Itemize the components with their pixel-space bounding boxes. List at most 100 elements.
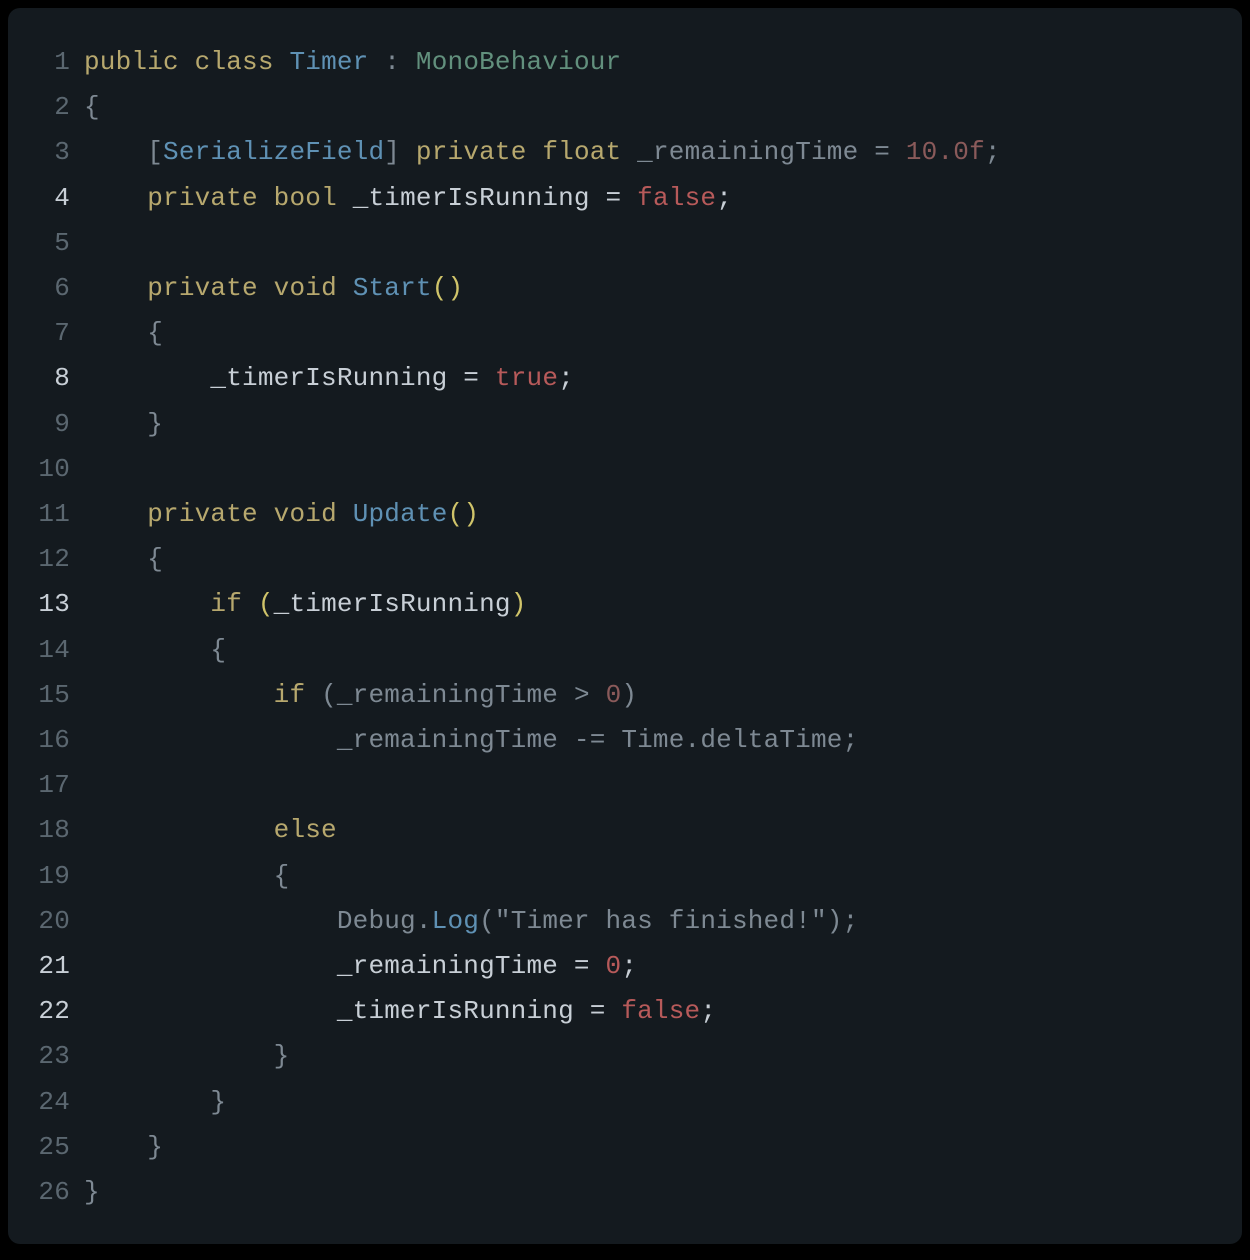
code-token: _remainingTime xyxy=(337,951,558,981)
code-line: 21 _remainingTime = 0; xyxy=(32,944,1218,989)
line-number: 5 xyxy=(32,221,84,266)
code-token xyxy=(84,951,337,981)
code-token: } xyxy=(274,1041,290,1071)
code-token xyxy=(368,47,384,77)
line-number: 22 xyxy=(32,989,84,1034)
code-line: 20 Debug.Log("Timer has finished!"); xyxy=(32,899,1218,944)
code-token: _timerIsRunning xyxy=(353,183,590,213)
code-line: 23 } xyxy=(32,1034,1218,1079)
code-token xyxy=(527,137,543,167)
code-token: = xyxy=(606,183,622,213)
code-token xyxy=(858,137,874,167)
code-token xyxy=(258,273,274,303)
code-token xyxy=(84,861,274,891)
code-token xyxy=(84,318,147,348)
code-token xyxy=(258,499,274,529)
code-token xyxy=(447,363,463,393)
code-line: 16 _remainingTime -= Time.deltaTime; xyxy=(32,718,1218,763)
code-token xyxy=(84,906,337,936)
line-number: 20 xyxy=(32,899,84,944)
code-content: [SerializeField] private float _remainin… xyxy=(84,130,1001,175)
code-token xyxy=(242,589,258,619)
code-token xyxy=(606,996,622,1026)
code-line: 1public class Timer : MonoBehaviour xyxy=(32,40,1218,85)
line-number: 26 xyxy=(32,1170,84,1215)
code-token xyxy=(479,363,495,393)
code-token xyxy=(84,725,337,755)
code-token: ) xyxy=(511,589,527,619)
code-token: bool xyxy=(274,183,337,213)
code-token xyxy=(84,1041,274,1071)
code-line: 3 [SerializeField] private float _remain… xyxy=(32,130,1218,175)
code-token: ; xyxy=(716,183,732,213)
code-token xyxy=(84,499,147,529)
code-token xyxy=(558,725,574,755)
line-number: 2 xyxy=(32,85,84,130)
code-token: = xyxy=(590,996,606,1026)
code-token: ) xyxy=(827,906,843,936)
code-token: Debug xyxy=(337,906,416,936)
code-token xyxy=(84,183,147,213)
code-token xyxy=(337,499,353,529)
code-content: } xyxy=(84,1125,163,1170)
code-token xyxy=(84,273,147,303)
code-token xyxy=(84,137,147,167)
code-token: Start xyxy=(353,273,432,303)
line-number: 24 xyxy=(32,1080,84,1125)
code-token xyxy=(84,363,210,393)
code-token: { xyxy=(147,318,163,348)
code-line: 15 if (_remainingTime > 0) xyxy=(32,673,1218,718)
line-number: 8 xyxy=(32,356,84,401)
code-line: 26} xyxy=(32,1170,1218,1215)
code-token: private xyxy=(147,499,258,529)
code-content: } xyxy=(84,1170,100,1215)
code-line: 11 private void Update() xyxy=(32,492,1218,537)
code-token: ; xyxy=(700,996,716,1026)
code-token: } xyxy=(210,1087,226,1117)
code-token: if xyxy=(274,680,306,710)
code-content: _remainingTime = 0; xyxy=(84,944,637,989)
code-token: MonoBehaviour xyxy=(416,47,621,77)
code-content: private void Start() xyxy=(84,266,463,311)
code-token xyxy=(84,635,210,665)
code-token: ; xyxy=(843,906,859,936)
code-line: 12 { xyxy=(32,537,1218,582)
code-line: 8 _timerIsRunning = true; xyxy=(32,356,1218,401)
code-token: () xyxy=(448,499,480,529)
code-content: _timerIsRunning = true; xyxy=(84,356,574,401)
code-token xyxy=(305,680,321,710)
code-token xyxy=(400,137,416,167)
code-token: . xyxy=(685,725,701,755)
line-number: 4 xyxy=(32,176,84,221)
code-token xyxy=(84,996,337,1026)
code-content: _timerIsRunning = false; xyxy=(84,989,716,1034)
code-token: private xyxy=(147,183,258,213)
code-token: ( xyxy=(258,589,274,619)
code-token xyxy=(590,951,606,981)
code-content: { xyxy=(84,628,226,673)
code-token xyxy=(621,183,637,213)
code-token xyxy=(590,183,606,213)
code-token: () xyxy=(432,273,464,303)
code-line: 25 } xyxy=(32,1125,1218,1170)
code-token: { xyxy=(274,861,290,891)
code-token: true xyxy=(495,363,558,393)
code-token xyxy=(400,47,416,77)
code-token: = xyxy=(574,951,590,981)
code-token: 10.0f xyxy=(906,137,985,167)
code-token: ; xyxy=(985,137,1001,167)
code-content: if (_timerIsRunning) xyxy=(84,582,527,627)
code-token: _remainingTime xyxy=(337,725,558,755)
code-token xyxy=(84,544,147,574)
code-content: } xyxy=(84,1080,226,1125)
code-line: 9 } xyxy=(32,402,1218,447)
code-token: deltaTime xyxy=(700,725,842,755)
line-number: 21 xyxy=(32,944,84,989)
code-line: 14 { xyxy=(32,628,1218,673)
code-token xyxy=(558,680,574,710)
line-number: 11 xyxy=(32,492,84,537)
code-token: _timerIsRunning xyxy=(210,363,447,393)
code-content: } xyxy=(84,1034,289,1079)
code-token: _timerIsRunning xyxy=(274,589,511,619)
code-line: 6 private void Start() xyxy=(32,266,1218,311)
